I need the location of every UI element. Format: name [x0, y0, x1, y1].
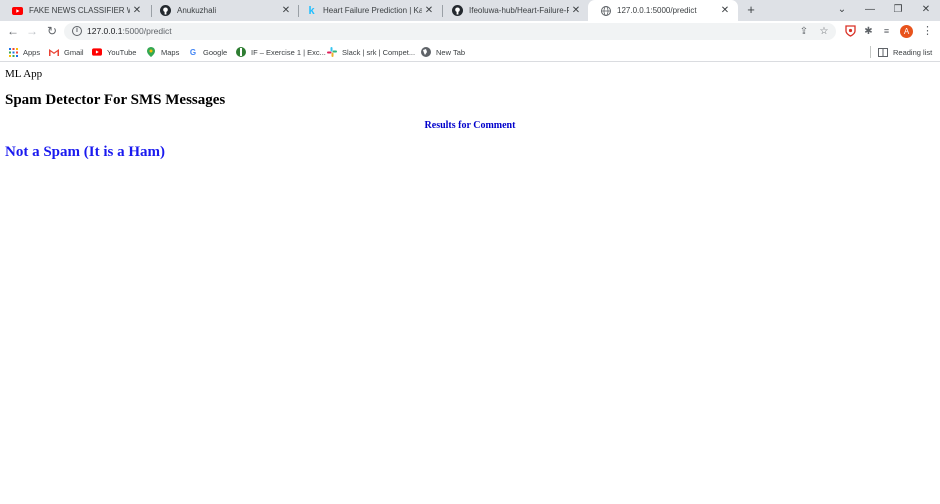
page-title: Spam Detector For SMS Messages: [5, 92, 226, 108]
tab-title: Anukuzhali: [177, 6, 217, 15]
address-url: 127.0.0.1:5000/predict: [87, 26, 172, 36]
close-tab-icon[interactable]: ✕: [569, 5, 583, 16]
close-tab-icon[interactable]: ✕: [279, 5, 293, 16]
bookmark-label: Slack | srk | Compet...: [342, 47, 416, 57]
bookmarks-divider: [870, 46, 871, 58]
page-content: ML App Spam Detector For SMS Messages Re…: [0, 63, 940, 504]
bookmark-gmail[interactable]: Gmail: [49, 45, 84, 59]
apps-grid-icon: [8, 47, 18, 57]
close-window-button[interactable]: ✕: [912, 0, 940, 21]
bookmark-label: Apps: [23, 47, 41, 57]
bookmark-label: Google: [203, 47, 228, 57]
reload-button[interactable]: ↻: [44, 23, 60, 40]
bookmark-if-exercise[interactable]: IF – Exercise 1 | Exc...: [236, 45, 326, 59]
maps-pin-icon: [146, 47, 156, 57]
app-brand: ML App: [5, 68, 43, 80]
results-label: Results for Comment: [424, 120, 516, 131]
tab-predict[interactable]: 127.0.0.1:5000/predict ✕: [588, 0, 738, 21]
tab-kaggle[interactable]: k Heart Failure Prediction | Kaggle ✕: [294, 0, 442, 21]
bookmarks-bar: Apps Gmail YouTube Maps G Google IF – Ex…: [0, 42, 940, 62]
globe-icon: [236, 47, 246, 57]
reading-list-button[interactable]: Reading list: [878, 45, 932, 59]
bookmark-label: Maps: [161, 47, 180, 57]
gmail-icon: [49, 47, 59, 57]
github-icon: [452, 5, 463, 16]
extension-shield-icon[interactable]: [844, 25, 857, 38]
minimize-button[interactable]: —: [856, 0, 884, 21]
back-button[interactable]: ←: [5, 23, 21, 40]
close-tab-icon[interactable]: ✕: [422, 5, 436, 16]
tab-search-chevron-icon[interactable]: ⌄: [828, 0, 856, 21]
close-tab-icon[interactable]: ✕: [718, 5, 732, 16]
tab-title: FAKE NEWS CLASSIFIER WITH M: [29, 6, 130, 15]
tab-title: Ifeoluwa-hub/Heart-Failure-Predi: [469, 6, 569, 15]
restore-button[interactable]: ❐: [884, 0, 912, 21]
extensions-puzzle-icon[interactable]: ✱: [862, 25, 875, 38]
globe-icon: [600, 5, 611, 16]
bookmark-star-icon[interactable]: ☆: [818, 26, 830, 38]
bookmark-label: IF – Exercise 1 | Exc...: [251, 47, 326, 57]
kaggle-icon: k: [308, 4, 315, 17]
tab-strip: FAKE NEWS CLASSIFIER WITH M ✕ Anukuzhali…: [0, 0, 940, 21]
bookmark-google[interactable]: G Google: [188, 45, 227, 59]
tab-github-repo[interactable]: Ifeoluwa-hub/Heart-Failure-Predi ✕: [440, 0, 589, 21]
google-icon: G: [189, 47, 197, 57]
close-tab-icon[interactable]: ✕: [130, 5, 144, 16]
url-path: :5000/predict: [122, 26, 172, 36]
site-info-icon[interactable]: i: [72, 26, 82, 36]
reading-list-icon: [878, 47, 888, 57]
tab-title: 127.0.0.1:5000/predict: [617, 6, 697, 15]
tab-title: Heart Failure Prediction | Kaggle: [323, 6, 422, 15]
bookmark-youtube[interactable]: YouTube: [92, 45, 136, 59]
bookmark-maps[interactable]: Maps: [146, 45, 179, 59]
address-bar[interactable]: i 127.0.0.1:5000/predict ⇪ ☆: [64, 23, 836, 40]
prediction-result: Not a Spam (It is a Ham): [5, 144, 165, 160]
youtube-icon: [92, 47, 102, 57]
new-tab-button[interactable]: +: [742, 0, 760, 21]
url-host: 127.0.0.1: [87, 26, 123, 36]
tab-fake-news[interactable]: FAKE NEWS CLASSIFIER WITH M ✕: [0, 0, 150, 21]
forward-button[interactable]: →: [24, 23, 40, 40]
github-icon: [160, 5, 171, 16]
bookmark-label: New Tab: [436, 47, 466, 57]
browser-toolbar: ← → ↻ i 127.0.0.1:5000/predict ⇪ ☆ ✱ ≡ A…: [0, 21, 940, 42]
slack-icon: [327, 47, 337, 57]
globe-icon: [421, 47, 431, 57]
tab-anukuzhali[interactable]: Anukuzhali ✕: [148, 0, 299, 21]
menu-kebab-icon[interactable]: ⋮: [922, 24, 933, 39]
bookmark-new-tab[interactable]: New Tab: [421, 45, 465, 59]
share-icon[interactable]: ⇪: [798, 26, 810, 38]
profile-avatar[interactable]: A: [900, 25, 913, 38]
reading-list-label: Reading list: [893, 47, 933, 57]
bookmark-label: YouTube: [107, 47, 137, 57]
media-queue-icon[interactable]: ≡: [880, 25, 893, 38]
bookmark-slack[interactable]: Slack | srk | Compet...: [327, 45, 415, 59]
bookmark-apps[interactable]: Apps: [8, 45, 40, 59]
youtube-icon: [12, 5, 23, 16]
bookmark-label: Gmail: [64, 47, 84, 57]
